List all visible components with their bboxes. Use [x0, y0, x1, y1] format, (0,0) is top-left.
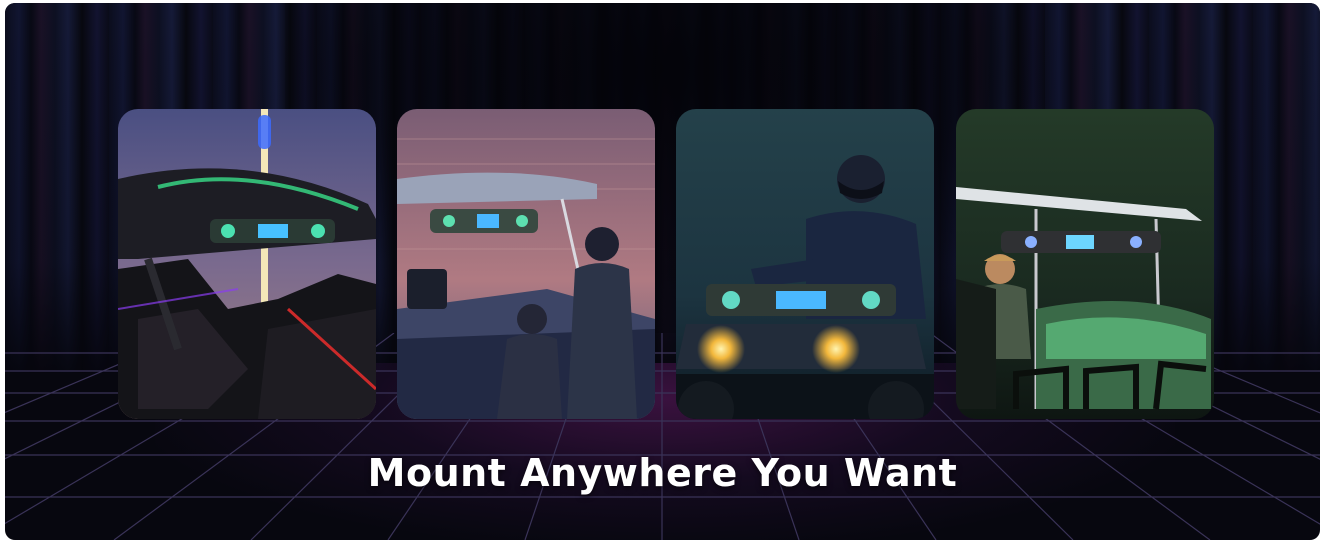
- mount-banner: Mount Anywhere You Want: [5, 3, 1320, 540]
- utv-photo: [118, 109, 376, 419]
- atv-soundbar-photo-icon: [676, 109, 934, 419]
- golf-cart-soundbar-photo-icon: [956, 109, 1214, 419]
- boat-photo: [397, 109, 655, 419]
- utv-soundbar-photo-icon: [118, 109, 376, 419]
- atv-photo: [676, 109, 934, 419]
- boat-soundbar-photo-icon: [397, 109, 655, 419]
- golf-cart-photo: [956, 109, 1214, 419]
- headline: Mount Anywhere You Want: [367, 451, 958, 495]
